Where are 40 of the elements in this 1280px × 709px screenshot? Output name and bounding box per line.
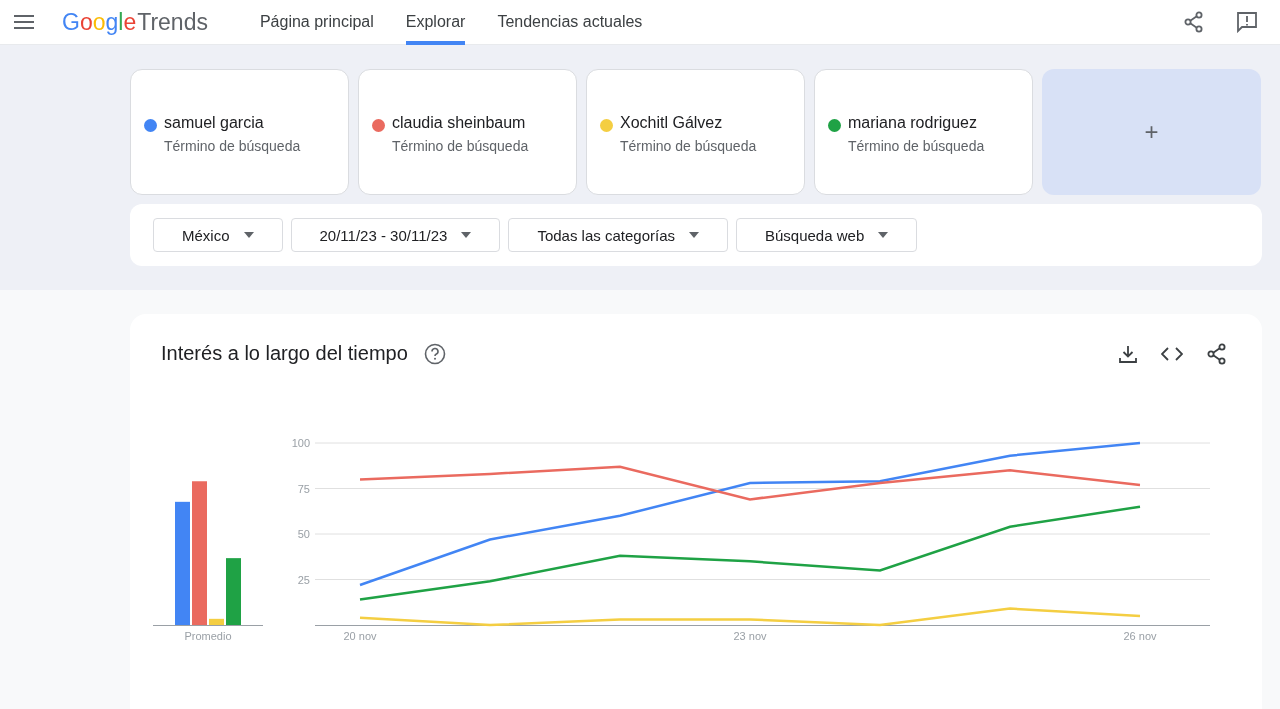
filter-dropdown[interactable]: 20/11/23 - 30/11/23 (290, 218, 501, 252)
filter-dropdown[interactable]: Búsqueda web (736, 218, 918, 252)
help-icon[interactable] (423, 342, 446, 365)
term-name: mariana rodriguez (848, 114, 978, 132)
average-label: Promedio (184, 630, 232, 642)
term-name: Xochitl Gálvez (620, 114, 724, 132)
y-tick-label: 100 (291, 437, 310, 449)
term-name: claudia sheinbaum (392, 114, 527, 132)
x-tick-label: 23 nov (733, 630, 767, 642)
caret-icon (461, 232, 472, 238)
download-icon[interactable] (1119, 344, 1137, 363)
y-tick-label: 50 (297, 528, 310, 540)
nav-tab[interactable]: Tendencias actuales (497, 0, 643, 45)
term-card[interactable]: claudia sheinbaum Término de búsqueda (358, 69, 577, 195)
x-tick-label: 26 nov (1123, 630, 1157, 642)
term-card[interactable]: mariana rodriguez Término de búsqueda (814, 69, 1033, 195)
term-type: Término de búsqueda (848, 138, 985, 154)
add-term-button[interactable]: + (1042, 69, 1261, 195)
y-tick-label: 25 (297, 573, 310, 586)
term-name: samuel garcia (164, 114, 265, 132)
panel-title: Interés a lo largo del tiempo (161, 342, 408, 365)
nav-tab[interactable]: Página principal (259, 0, 374, 45)
term-type: Término de búsqueda (620, 138, 757, 154)
caret-icon (689, 232, 699, 238)
caret-icon (878, 232, 889, 238)
term-card[interactable]: Xochitl Gálvez Término de búsqueda (586, 69, 805, 195)
filter-dropdown[interactable]: Todas las categorías (508, 218, 728, 252)
share-icon[interactable] (1184, 11, 1204, 33)
caret-icon (243, 232, 254, 238)
share-icon[interactable] (1207, 342, 1227, 365)
term-card[interactable]: samuel garcia Término de búsqueda (130, 69, 349, 195)
term-type: Término de búsqueda (164, 138, 301, 154)
y-tick-label: 75 (297, 482, 310, 495)
term-type: Término de búsqueda (392, 138, 529, 154)
x-tick-label: 20 nov (343, 630, 377, 642)
feedback-icon[interactable] (1236, 11, 1258, 33)
embed-icon[interactable] (1161, 346, 1183, 361)
menu-icon[interactable] (14, 15, 34, 29)
logo[interactable]: GoogleTrends (62, 8, 208, 36)
filter-dropdown[interactable]: México (153, 218, 283, 252)
